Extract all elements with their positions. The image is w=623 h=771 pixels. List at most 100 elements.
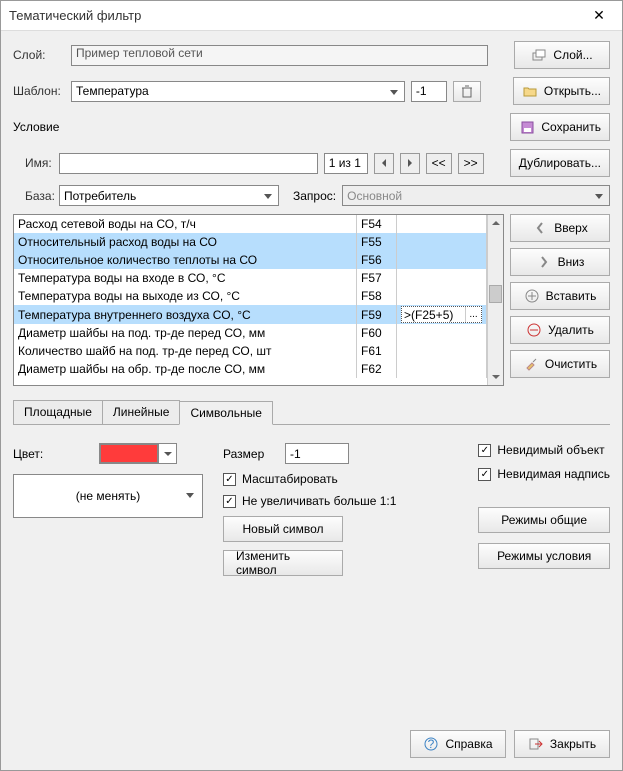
field-value-cell[interactable] xyxy=(397,269,487,287)
invisible-label-checkbox[interactable]: ✓Невидимая надпись xyxy=(478,467,610,481)
table-row[interactable]: Диаметр шайбы на под. тр-де перед СО, мм… xyxy=(14,324,487,342)
layer-field: Пример тепловой сети xyxy=(71,45,488,66)
field-code-cell: F56 xyxy=(357,251,397,269)
nav-counter[interactable] xyxy=(324,153,368,174)
field-code-cell: F61 xyxy=(357,342,397,360)
field-value-cell[interactable] xyxy=(397,342,487,360)
table-row[interactable]: Температура внутреннего воздуха СО, °СF5… xyxy=(14,305,487,324)
duplicate-button[interactable]: Дублировать... xyxy=(510,149,610,177)
field-value-cell[interactable] xyxy=(397,360,487,378)
field-value-cell[interactable] xyxy=(397,324,487,342)
tab-line[interactable]: Линейные xyxy=(102,400,181,424)
field-code-cell: F55 xyxy=(357,233,397,251)
value-edit-cell[interactable]: >(F25+5)... xyxy=(401,306,482,323)
field-name-cell: Диаметр шайбы на под. тр-де перед СО, мм xyxy=(14,324,357,342)
template-label: Шаблон: xyxy=(13,84,65,98)
clear-button[interactable]: Очистить xyxy=(510,350,610,378)
layer-label: Слой: xyxy=(13,48,65,62)
field-value-cell[interactable] xyxy=(397,215,487,233)
field-code-cell: F57 xyxy=(357,269,397,287)
delete-row-button[interactable]: Удалить xyxy=(510,316,610,344)
nav-first-button[interactable]: << xyxy=(426,153,452,174)
base-label: База: xyxy=(13,189,53,203)
size-input[interactable] xyxy=(285,443,349,464)
table-row[interactable]: Относительное количество теплоты на СОF5… xyxy=(14,251,487,269)
edit-symbol-button[interactable]: Изменить символ xyxy=(223,550,343,576)
nogrow-checkbox[interactable]: ✓Не увеличивать больше 1:1 xyxy=(223,494,396,508)
template-select[interactable]: Температура xyxy=(71,81,405,102)
table-row[interactable]: Расход сетевой воды на СО, т/чF54 xyxy=(14,215,487,233)
field-code-cell: F60 xyxy=(357,324,397,342)
help-icon: ? xyxy=(423,736,439,752)
exit-icon xyxy=(528,736,544,752)
chevron-down-icon xyxy=(158,444,176,463)
titlebar: Тематический фильтр ✕ xyxy=(1,1,622,31)
help-button[interactable]: ? Справка xyxy=(410,730,506,758)
table-row[interactable]: Относительный расход воды на СОF55 xyxy=(14,233,487,251)
field-name-cell: Температура воды на выходе из СО, °С xyxy=(14,287,357,305)
checkbox-icon: ✓ xyxy=(223,473,236,486)
field-name-cell: Относительное количество теплоты на СО xyxy=(14,251,357,269)
layers-icon xyxy=(531,47,547,63)
close-icon[interactable]: ✕ xyxy=(584,1,614,31)
condition-modes-button[interactable]: Режимы условия xyxy=(478,543,610,569)
scroll-down-icon[interactable] xyxy=(488,369,503,385)
insert-button[interactable]: Вставить xyxy=(510,282,610,310)
field-name-cell: Температура воды на входе в СО, °С xyxy=(14,269,357,287)
field-value-cell[interactable] xyxy=(397,287,487,305)
layer-button[interactable]: Слой... xyxy=(514,41,610,69)
name-input[interactable] xyxy=(59,153,318,174)
checkbox-icon: ✓ xyxy=(478,444,491,457)
field-code-cell: F58 xyxy=(357,287,397,305)
scroll-up-icon[interactable] xyxy=(488,215,503,231)
save-button[interactable]: Сохранить xyxy=(510,113,610,141)
checkbox-icon: ✓ xyxy=(478,468,491,481)
field-value-cell[interactable]: >(F25+5)... xyxy=(397,305,487,324)
svg-text:?: ? xyxy=(428,737,435,751)
fields-table[interactable]: Расход сетевой воды на СО, т/чF54Относит… xyxy=(13,214,504,386)
nav-last-button[interactable]: >> xyxy=(458,153,484,174)
table-row[interactable]: Диаметр шайбы на обр. тр-де после СО, мм… xyxy=(14,360,487,378)
table-row[interactable]: Температура воды на входе в СО, °СF57 xyxy=(14,269,487,287)
ellipsis-button[interactable]: ... xyxy=(465,307,481,322)
invisible-object-checkbox[interactable]: ✓Невидимый объект xyxy=(478,443,610,457)
size-label: Размер xyxy=(223,447,279,461)
field-name-cell: Температура внутреннего воздуха СО, °С xyxy=(14,305,357,324)
base-select[interactable]: Потребитель xyxy=(59,185,279,206)
nav-next-button[interactable] xyxy=(400,153,420,174)
trash-icon xyxy=(459,83,475,99)
field-value-cell[interactable] xyxy=(397,251,487,269)
table-scrollbar[interactable] xyxy=(487,215,503,385)
field-code-cell: F62 xyxy=(357,360,397,378)
tab-area[interactable]: Площадные xyxy=(13,400,103,424)
new-symbol-button[interactable]: Новый символ xyxy=(223,516,343,542)
name-label: Имя: xyxy=(13,156,53,170)
field-name-cell: Расход сетевой воды на СО, т/ч xyxy=(14,215,357,233)
delete-template-button[interactable] xyxy=(453,81,481,102)
field-name-cell: Относительный расход воды на СО xyxy=(14,233,357,251)
close-button[interactable]: Закрыть xyxy=(514,730,610,758)
field-name-cell: Количество шайб на под. тр-де перед СО, … xyxy=(14,342,357,360)
scale-checkbox[interactable]: ✓Масштабировать xyxy=(223,472,396,486)
scroll-thumb[interactable] xyxy=(489,285,502,303)
nav-prev-button[interactable] xyxy=(374,153,394,174)
plus-circle-icon xyxy=(524,288,540,304)
brush-icon xyxy=(523,356,539,372)
folder-open-icon xyxy=(522,83,538,99)
minus-circle-icon xyxy=(526,322,542,338)
up-button[interactable]: Вверх xyxy=(510,214,610,242)
down-button[interactable]: Вниз xyxy=(510,248,610,276)
color-label: Цвет: xyxy=(13,447,93,461)
template-number-input[interactable] xyxy=(411,81,447,102)
tab-symbol[interactable]: Символьные xyxy=(179,401,272,425)
field-code-cell: F54 xyxy=(357,215,397,233)
condition-label: Условие xyxy=(13,120,504,134)
table-row[interactable]: Количество шайб на под. тр-де перед СО, … xyxy=(14,342,487,360)
color-select[interactable] xyxy=(99,443,177,464)
shared-modes-button[interactable]: Режимы общие xyxy=(478,507,610,533)
chevron-right-icon xyxy=(536,254,552,270)
table-row[interactable]: Температура воды на выходе из СО, °СF58 xyxy=(14,287,487,305)
symbol-select[interactable]: (не менять) xyxy=(13,474,203,518)
field-value-cell[interactable] xyxy=(397,233,487,251)
open-button[interactable]: Открыть... xyxy=(513,77,610,105)
